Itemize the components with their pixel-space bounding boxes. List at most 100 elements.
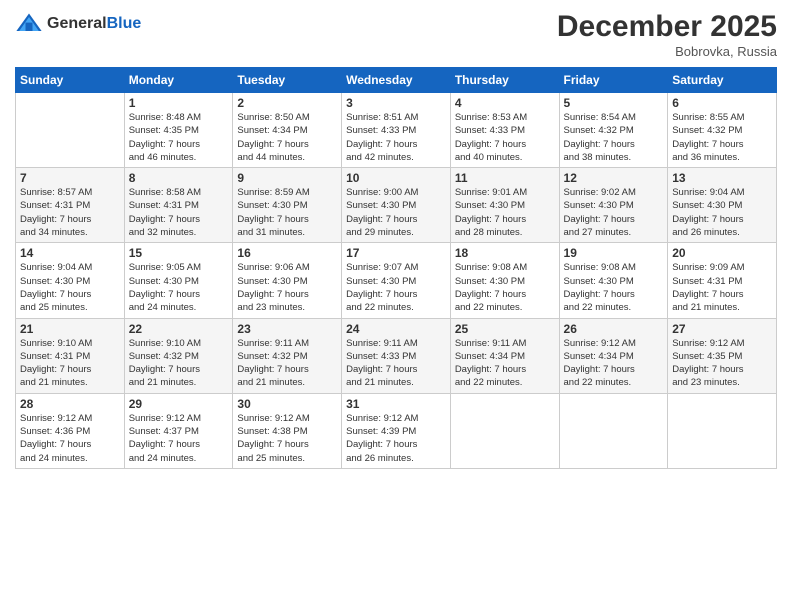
page: GeneralBlue December 2025 Bobrovka, Russ… [0, 0, 792, 612]
day-info: Sunrise: 8:54 AM Sunset: 4:32 PM Dayligh… [564, 111, 664, 164]
day-info: Sunrise: 9:08 AM Sunset: 4:30 PM Dayligh… [564, 261, 664, 314]
day-number: 29 [129, 397, 229, 411]
day-info: Sunrise: 9:08 AM Sunset: 4:30 PM Dayligh… [455, 261, 555, 314]
calendar-cell: 22Sunrise: 9:10 AM Sunset: 4:32 PM Dayli… [124, 318, 233, 393]
day-info: Sunrise: 9:12 AM Sunset: 4:34 PM Dayligh… [564, 337, 664, 390]
day-info: Sunrise: 9:11 AM Sunset: 4:33 PM Dayligh… [346, 337, 446, 390]
calendar-cell: 8Sunrise: 8:58 AM Sunset: 4:31 PM Daylig… [124, 168, 233, 243]
calendar-cell: 27Sunrise: 9:12 AM Sunset: 4:35 PM Dayli… [668, 318, 777, 393]
day-info: Sunrise: 9:04 AM Sunset: 4:30 PM Dayligh… [20, 261, 120, 314]
day-info: Sunrise: 9:05 AM Sunset: 4:30 PM Dayligh… [129, 261, 229, 314]
day-info: Sunrise: 9:11 AM Sunset: 4:32 PM Dayligh… [237, 337, 337, 390]
calendar-cell [450, 393, 559, 468]
header: GeneralBlue December 2025 Bobrovka, Russ… [15, 10, 777, 59]
calendar-cell: 3Sunrise: 8:51 AM Sunset: 4:33 PM Daylig… [342, 93, 451, 168]
week-row-2: 14Sunrise: 9:04 AM Sunset: 4:30 PM Dayli… [16, 243, 777, 318]
calendar-cell: 24Sunrise: 9:11 AM Sunset: 4:33 PM Dayli… [342, 318, 451, 393]
calendar-cell: 26Sunrise: 9:12 AM Sunset: 4:34 PM Dayli… [559, 318, 668, 393]
weekday-wednesday: Wednesday [342, 68, 451, 93]
day-info: Sunrise: 9:02 AM Sunset: 4:30 PM Dayligh… [564, 186, 664, 239]
calendar-body: 1Sunrise: 8:48 AM Sunset: 4:35 PM Daylig… [16, 93, 777, 469]
calendar-cell: 13Sunrise: 9:04 AM Sunset: 4:30 PM Dayli… [668, 168, 777, 243]
location: Bobrovka, Russia [557, 44, 777, 59]
weekday-sunday: Sunday [16, 68, 125, 93]
calendar-cell: 21Sunrise: 9:10 AM Sunset: 4:31 PM Dayli… [16, 318, 125, 393]
calendar-cell: 23Sunrise: 9:11 AM Sunset: 4:32 PM Dayli… [233, 318, 342, 393]
calendar-cell: 5Sunrise: 8:54 AM Sunset: 4:32 PM Daylig… [559, 93, 668, 168]
day-number: 19 [564, 246, 664, 260]
day-number: 31 [346, 397, 446, 411]
weekday-thursday: Thursday [450, 68, 559, 93]
calendar-cell: 14Sunrise: 9:04 AM Sunset: 4:30 PM Dayli… [16, 243, 125, 318]
day-info: Sunrise: 8:59 AM Sunset: 4:30 PM Dayligh… [237, 186, 337, 239]
day-info: Sunrise: 9:09 AM Sunset: 4:31 PM Dayligh… [672, 261, 772, 314]
calendar-cell [668, 393, 777, 468]
day-number: 24 [346, 322, 446, 336]
calendar-cell: 7Sunrise: 8:57 AM Sunset: 4:31 PM Daylig… [16, 168, 125, 243]
day-number: 16 [237, 246, 337, 260]
day-info: Sunrise: 9:12 AM Sunset: 4:36 PM Dayligh… [20, 412, 120, 465]
calendar-cell: 19Sunrise: 9:08 AM Sunset: 4:30 PM Dayli… [559, 243, 668, 318]
day-info: Sunrise: 9:04 AM Sunset: 4:30 PM Dayligh… [672, 186, 772, 239]
day-info: Sunrise: 8:55 AM Sunset: 4:32 PM Dayligh… [672, 111, 772, 164]
calendar-cell: 31Sunrise: 9:12 AM Sunset: 4:39 PM Dayli… [342, 393, 451, 468]
day-number: 6 [672, 96, 772, 110]
day-number: 18 [455, 246, 555, 260]
calendar-cell: 28Sunrise: 9:12 AM Sunset: 4:36 PM Dayli… [16, 393, 125, 468]
day-number: 2 [237, 96, 337, 110]
day-number: 27 [672, 322, 772, 336]
weekday-header-row: SundayMondayTuesdayWednesdayThursdayFrid… [16, 68, 777, 93]
week-row-4: 28Sunrise: 9:12 AM Sunset: 4:36 PM Dayli… [16, 393, 777, 468]
week-row-1: 7Sunrise: 8:57 AM Sunset: 4:31 PM Daylig… [16, 168, 777, 243]
day-info: Sunrise: 9:10 AM Sunset: 4:32 PM Dayligh… [129, 337, 229, 390]
calendar-cell: 11Sunrise: 9:01 AM Sunset: 4:30 PM Dayli… [450, 168, 559, 243]
day-number: 10 [346, 171, 446, 185]
day-info: Sunrise: 9:12 AM Sunset: 4:35 PM Dayligh… [672, 337, 772, 390]
calendar: SundayMondayTuesdayWednesdayThursdayFrid… [15, 67, 777, 469]
calendar-cell: 16Sunrise: 9:06 AM Sunset: 4:30 PM Dayli… [233, 243, 342, 318]
day-number: 7 [20, 171, 120, 185]
calendar-cell: 9Sunrise: 8:59 AM Sunset: 4:30 PM Daylig… [233, 168, 342, 243]
day-number: 13 [672, 171, 772, 185]
day-info: Sunrise: 8:53 AM Sunset: 4:33 PM Dayligh… [455, 111, 555, 164]
day-number: 20 [672, 246, 772, 260]
calendar-cell: 17Sunrise: 9:07 AM Sunset: 4:30 PM Dayli… [342, 243, 451, 318]
day-number: 3 [346, 96, 446, 110]
day-number: 15 [129, 246, 229, 260]
day-number: 14 [20, 246, 120, 260]
day-info: Sunrise: 8:58 AM Sunset: 4:31 PM Dayligh… [129, 186, 229, 239]
calendar-cell: 25Sunrise: 9:11 AM Sunset: 4:34 PM Dayli… [450, 318, 559, 393]
day-info: Sunrise: 9:12 AM Sunset: 4:37 PM Dayligh… [129, 412, 229, 465]
day-number: 5 [564, 96, 664, 110]
day-info: Sunrise: 9:06 AM Sunset: 4:30 PM Dayligh… [237, 261, 337, 314]
calendar-cell: 29Sunrise: 9:12 AM Sunset: 4:37 PM Dayli… [124, 393, 233, 468]
weekday-monday: Monday [124, 68, 233, 93]
weekday-friday: Friday [559, 68, 668, 93]
week-row-3: 21Sunrise: 9:10 AM Sunset: 4:31 PM Dayli… [16, 318, 777, 393]
calendar-cell: 30Sunrise: 9:12 AM Sunset: 4:38 PM Dayli… [233, 393, 342, 468]
day-number: 17 [346, 246, 446, 260]
day-info: Sunrise: 9:12 AM Sunset: 4:39 PM Dayligh… [346, 412, 446, 465]
day-number: 22 [129, 322, 229, 336]
week-row-0: 1Sunrise: 8:48 AM Sunset: 4:35 PM Daylig… [16, 93, 777, 168]
day-number: 4 [455, 96, 555, 110]
calendar-cell: 1Sunrise: 8:48 AM Sunset: 4:35 PM Daylig… [124, 93, 233, 168]
day-number: 21 [20, 322, 120, 336]
day-number: 12 [564, 171, 664, 185]
day-info: Sunrise: 9:07 AM Sunset: 4:30 PM Dayligh… [346, 261, 446, 314]
day-info: Sunrise: 9:12 AM Sunset: 4:38 PM Dayligh… [237, 412, 337, 465]
calendar-cell [559, 393, 668, 468]
day-number: 30 [237, 397, 337, 411]
logo-icon [15, 10, 43, 38]
day-info: Sunrise: 9:00 AM Sunset: 4:30 PM Dayligh… [346, 186, 446, 239]
title-block: December 2025 Bobrovka, Russia [557, 10, 777, 59]
calendar-cell: 18Sunrise: 9:08 AM Sunset: 4:30 PM Dayli… [450, 243, 559, 318]
day-info: Sunrise: 8:48 AM Sunset: 4:35 PM Dayligh… [129, 111, 229, 164]
month-title: December 2025 [557, 10, 777, 44]
day-number: 1 [129, 96, 229, 110]
calendar-cell: 15Sunrise: 9:05 AM Sunset: 4:30 PM Dayli… [124, 243, 233, 318]
day-info: Sunrise: 8:50 AM Sunset: 4:34 PM Dayligh… [237, 111, 337, 164]
day-number: 9 [237, 171, 337, 185]
day-number: 23 [237, 322, 337, 336]
day-number: 28 [20, 397, 120, 411]
